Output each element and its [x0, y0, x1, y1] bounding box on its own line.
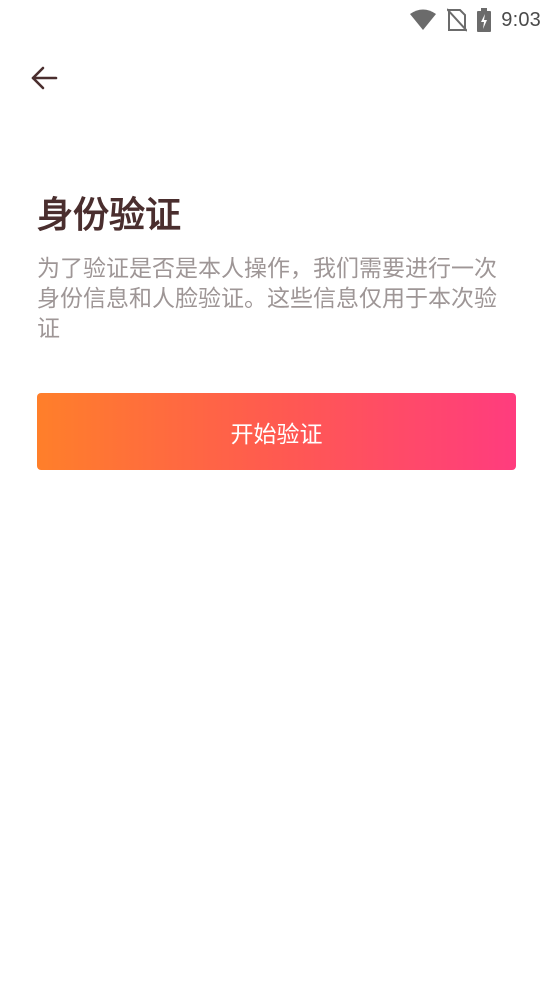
status-bar: 9:03	[0, 0, 553, 40]
wifi-icon	[409, 9, 437, 31]
start-verification-button[interactable]: 开始验证	[37, 393, 516, 470]
back-button[interactable]	[24, 60, 64, 100]
battery-charging-icon	[477, 8, 492, 32]
verification-description: 为了验证是否是本人操作，我们需要进行一次身份信息和人脸验证。这些信息仅用于本次验…	[37, 256, 497, 342]
status-time: 9:03	[501, 8, 541, 31]
status-icons: 9:03	[409, 6, 541, 34]
back-arrow-icon	[30, 66, 58, 94]
no-sim-icon	[447, 8, 468, 32]
page-title: 身份验证	[37, 195, 182, 236]
